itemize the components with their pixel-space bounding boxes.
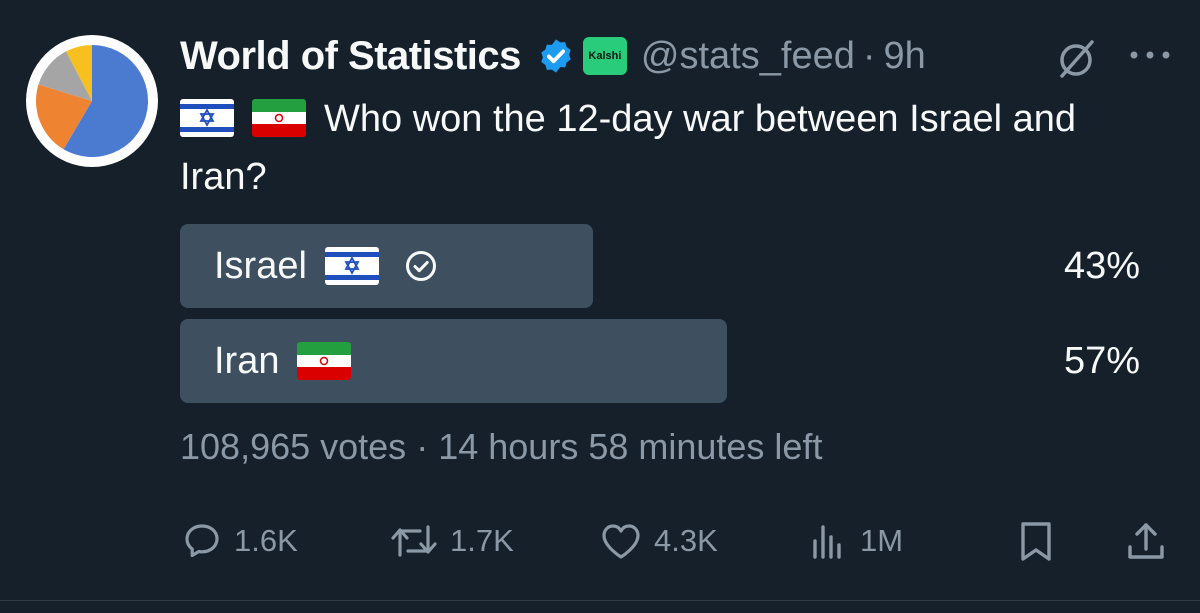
header-separator: ·: [862, 34, 876, 77]
israel-flag-icon: [180, 99, 234, 137]
israel-flag-icon: [324, 247, 379, 285]
poll-option-text: Israel: [214, 244, 307, 287]
pie-chart-avatar-icon: [36, 44, 149, 157]
divider: [0, 600, 1200, 601]
share-icon: [1128, 523, 1164, 559]
selected-check-icon: [405, 250, 437, 282]
poll-percent: 43%: [1063, 244, 1140, 287]
repost-count: 1.7K: [450, 523, 514, 558]
poll-option-label: Israel: [214, 224, 437, 308]
tweet-text: Who won the 12-day war between Israel an…: [180, 90, 1170, 206]
verified-badge-icon[interactable]: [537, 37, 575, 75]
poll-option-iran[interactable]: Iran 57%: [180, 319, 1140, 403]
iran-flag-icon: [297, 342, 352, 380]
poll-question: Who won the 12-day war between Israel an…: [180, 98, 1076, 198]
kalshi-affiliate-badge[interactable]: Kalshi: [582, 37, 627, 75]
heart-icon: [602, 524, 640, 559]
share-button[interactable]: [1124, 514, 1168, 568]
meta-separator: ·: [416, 426, 429, 467]
poll-percent: 57%: [1063, 339, 1140, 382]
poll-option-label: Iran: [214, 319, 352, 403]
grok-icon[interactable]: [1054, 36, 1100, 82]
poll-option-text: Iran: [214, 339, 280, 382]
reply-count: 1.6K: [234, 523, 298, 558]
author-name[interactable]: World of Statistics: [180, 34, 521, 79]
tweet-timestamp[interactable]: 9h: [884, 35, 926, 78]
time-left: 14 hours 58 minutes left: [438, 426, 823, 467]
author-handle[interactable]: @stats_feed: [641, 35, 855, 78]
avatar[interactable]: [26, 35, 158, 167]
view-count: 1M: [860, 523, 904, 558]
views-icon: [813, 525, 841, 559]
like-button[interactable]: 4.3K: [598, 514, 718, 568]
poll-option-israel[interactable]: Israel 43%: [180, 224, 1140, 308]
repost-icon: [391, 525, 437, 557]
action-bar: 1.6K 1.7K 4.3K 1M: [180, 514, 1170, 568]
reply-icon: [185, 524, 219, 558]
bookmark-icon: [1021, 522, 1051, 561]
reply-button[interactable]: 1.6K: [180, 514, 298, 568]
views-button[interactable]: 1M: [806, 514, 903, 568]
poll-meta: 108,965 votes · 14 hours 58 minutes left: [180, 426, 822, 468]
tweet-header: World of Statistics Kalshi @stats_feed ·…: [180, 28, 926, 84]
repost-button[interactable]: 1.7K: [388, 514, 514, 568]
more-options-icon[interactable]: [1128, 45, 1172, 65]
bookmark-button[interactable]: [1016, 514, 1056, 568]
vote-count: 108,965 votes: [180, 426, 407, 467]
like-count: 4.3K: [654, 523, 718, 558]
iran-flag-icon: [252, 99, 306, 137]
